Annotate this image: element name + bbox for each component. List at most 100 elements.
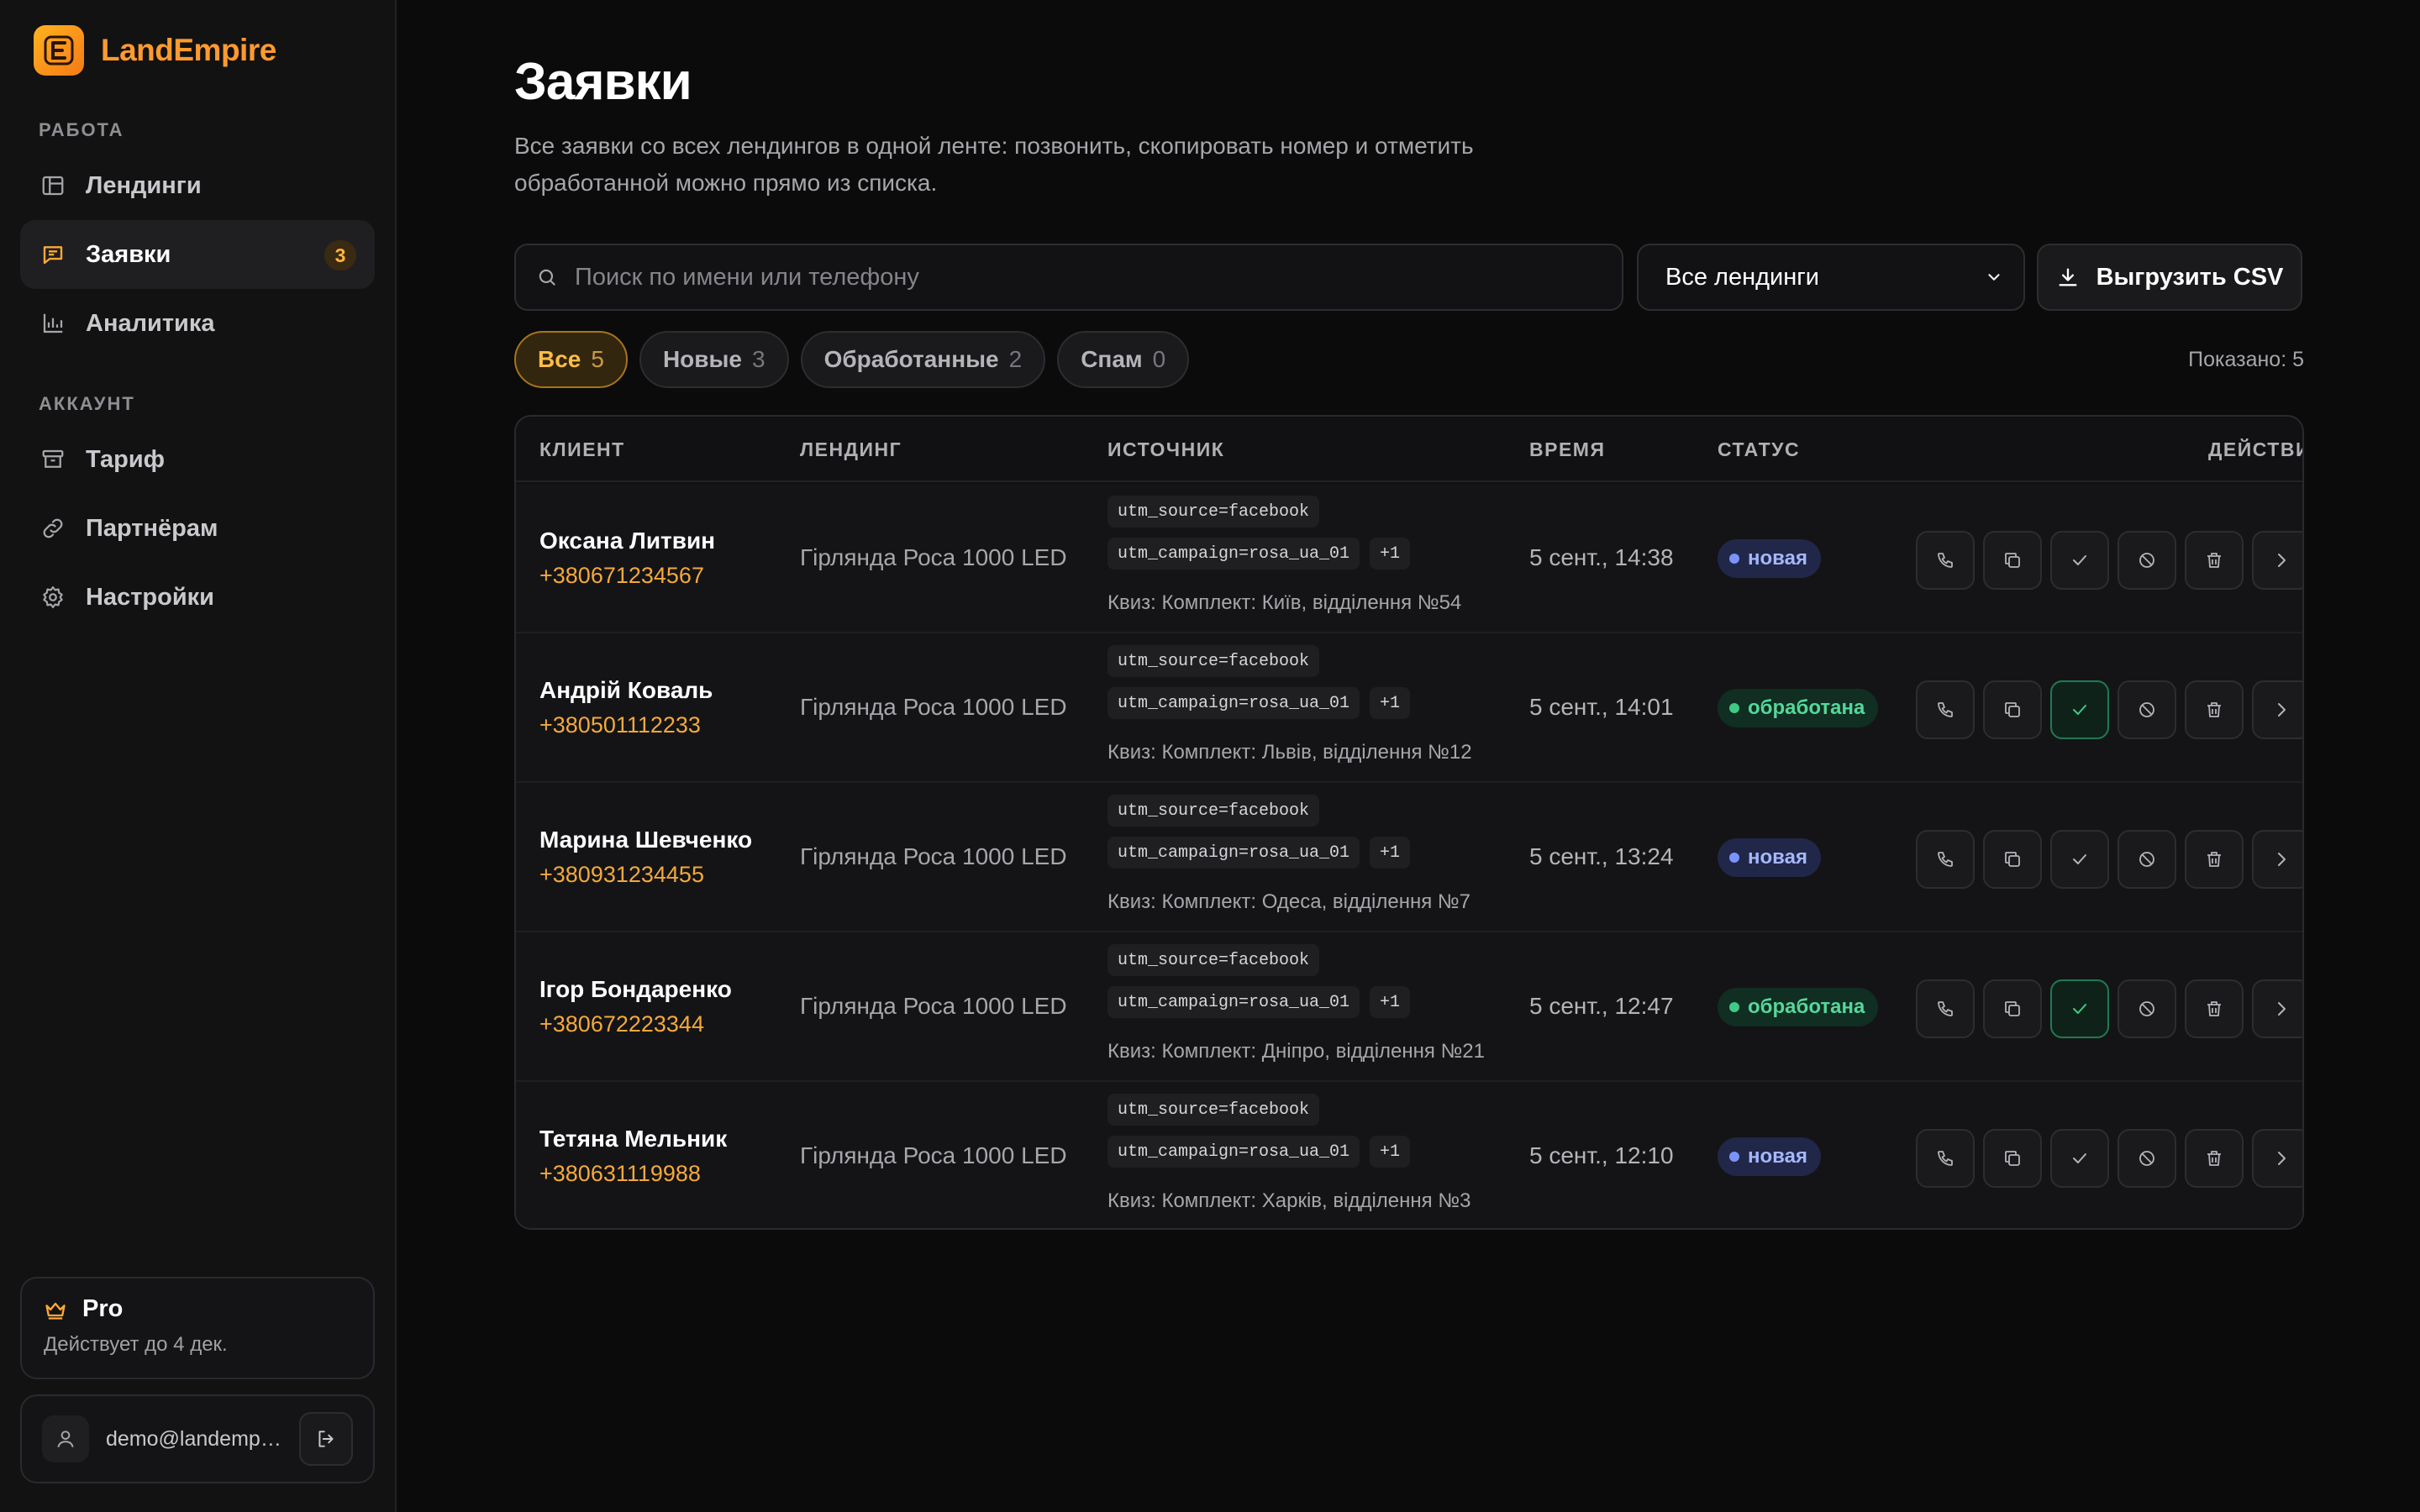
mark-processed-button[interactable] (2050, 830, 2109, 889)
call-button[interactable] (1916, 1129, 1975, 1188)
more-tags-badge[interactable]: +1 (1370, 538, 1411, 570)
request-time: 5 сент., 13:24 (1529, 843, 1674, 869)
mark-processed-button[interactable] (2050, 979, 2109, 1038)
copy-phone-button[interactable] (1983, 830, 2042, 889)
utm-campaign-tag: utm_campaign=rosa_ua_01 (1107, 538, 1360, 570)
client-phone-link[interactable]: +380501112233 (539, 712, 701, 738)
call-button[interactable] (1916, 680, 1975, 739)
delete-button[interactable] (2185, 680, 2244, 739)
client-phone-link[interactable]: +380672223344 (539, 1011, 704, 1037)
check-icon (2070, 849, 2090, 869)
client-phone-link[interactable]: +380931234455 (539, 862, 704, 888)
filter-label: Все (538, 346, 581, 372)
call-button[interactable] (1916, 979, 1975, 1038)
delete-button[interactable] (2185, 1129, 2244, 1188)
landing-select[interactable]: Все лендинги (1637, 244, 2025, 311)
mark-spam-button[interactable] (2118, 531, 2176, 590)
status-label: новая (1748, 547, 1807, 570)
chevron-down-icon (1985, 268, 2003, 286)
status-badge: новая (1718, 539, 1821, 578)
mark-spam-button[interactable] (2118, 830, 2176, 889)
trash-icon (2204, 1148, 2224, 1168)
copy-phone-button[interactable] (1983, 979, 2042, 1038)
brand[interactable]: LandEmpire (34, 25, 276, 76)
sidebar-item-settings[interactable]: Настройки (20, 563, 375, 632)
copy-phone-button[interactable] (1983, 1129, 2042, 1188)
search-box[interactable] (514, 244, 1623, 311)
section-label-account: АККАУНТ (39, 393, 135, 414)
utm-campaign-tag: utm_campaign=rosa_ua_01 (1107, 986, 1360, 1018)
open-details-button[interactable] (2252, 680, 2302, 739)
sidebar-item-tariff[interactable]: Тариф (20, 425, 375, 494)
table-row: Оксана Литвин +380671234567 Гірлянда Роса … (516, 484, 2302, 633)
layout-icon (39, 171, 67, 200)
request-time: 5 сент., 14:01 (1529, 694, 1674, 720)
column-header-status: СТАТУС (1718, 438, 1801, 460)
delete-button[interactable] (2185, 830, 2244, 889)
table-row: Тетяна Мельник +380631119988 Гірлянда Роса… (516, 1082, 2302, 1228)
column-header-landing: ЛЕНДИНГ (800, 438, 902, 460)
copy-icon (2002, 700, 2023, 720)
status-dot (1729, 1002, 1739, 1012)
more-tags-badge[interactable]: +1 (1370, 837, 1411, 869)
mark-processed-button[interactable] (2050, 680, 2109, 739)
mark-spam-button[interactable] (2118, 1129, 2176, 1188)
sidebar-item-partners[interactable]: Партнёрам (20, 494, 375, 563)
sidebar-item-requests[interactable]: Заявки 3 (20, 220, 375, 289)
copy-icon (2002, 1148, 2023, 1168)
mark-spam-button[interactable] (2118, 979, 2176, 1038)
bar-chart-icon (39, 309, 67, 338)
mark-processed-button[interactable] (2050, 1129, 2109, 1188)
open-details-button[interactable] (2252, 531, 2302, 590)
export-csv-button[interactable]: Выгрузить CSV (2037, 244, 2302, 311)
column-header-client: КЛИЕНТ (539, 438, 625, 460)
request-time: 5 сент., 12:10 (1529, 1142, 1674, 1168)
utm-campaign-tag: utm_campaign=rosa_ua_01 (1107, 837, 1360, 869)
chevron-right-icon (2271, 700, 2291, 720)
shown-count: Показано: 5 (2188, 348, 2304, 371)
filter-all[interactable]: Все 5 (514, 331, 628, 388)
mark-processed-button[interactable] (2050, 531, 2109, 590)
client-phone-link[interactable]: +380631119988 (539, 1161, 701, 1187)
open-details-button[interactable] (2252, 979, 2302, 1038)
client-phone-link[interactable]: +380671234567 (539, 563, 704, 589)
sidebar-item-label: Аналитика (86, 309, 215, 337)
user-email: demo@landempir... (106, 1426, 282, 1451)
more-tags-badge[interactable]: +1 (1370, 687, 1411, 719)
delete-button[interactable] (2185, 979, 2244, 1038)
client-name: Тетяна Мельник (539, 1126, 728, 1152)
utm-source-tag: utm_source=facebook (1107, 944, 1320, 976)
plan-card[interactable]: Pro Действует до 4 дек. (20, 1277, 375, 1379)
client-name: Оксана Литвин (539, 528, 716, 554)
sidebar-item-analytics[interactable]: Аналитика (20, 289, 375, 358)
copy-icon (2002, 550, 2023, 570)
logout-button[interactable] (299, 1412, 353, 1466)
copy-phone-button[interactable] (1983, 680, 2042, 739)
check-icon (2070, 550, 2090, 570)
filter-spam[interactable]: Спам 0 (1057, 331, 1190, 388)
filter-label: Обработанные (823, 346, 999, 372)
export-csv-label: Выгрузить CSV (2096, 263, 2284, 291)
more-tags-badge[interactable]: +1 (1370, 1136, 1411, 1168)
open-details-button[interactable] (2252, 830, 2302, 889)
status-label: новая (1748, 846, 1807, 869)
section-label-work: РАБОТА (39, 119, 124, 140)
landing-name: Гірлянда Роса 1000 LED (800, 993, 1067, 1019)
sidebar: LandEmpire РАБОТА Лендинги Заявки 3 Анал… (0, 0, 397, 1512)
filter-new[interactable]: Новые 3 (639, 331, 789, 388)
sidebar-item-landings[interactable]: Лендинги (20, 151, 375, 220)
utm-source-tag: utm_source=facebook (1107, 645, 1320, 677)
search-input[interactable] (575, 263, 1583, 291)
mark-spam-button[interactable] (2118, 680, 2176, 739)
copy-phone-button[interactable] (1983, 531, 2042, 590)
open-details-button[interactable] (2252, 1129, 2302, 1188)
utm-campaign-tag: utm_campaign=rosa_ua_01 (1107, 687, 1360, 719)
call-button[interactable] (1916, 830, 1975, 889)
ban-icon (2137, 700, 2157, 720)
phone-icon (1935, 550, 1955, 570)
more-tags-badge[interactable]: +1 (1370, 986, 1411, 1018)
filter-processed[interactable]: Обработанные 2 (800, 331, 1046, 388)
call-button[interactable] (1916, 531, 1975, 590)
delete-button[interactable] (2185, 531, 2244, 590)
quiz-answer: Квиз: Комплект: Одеса, відділення №7 (1107, 890, 1470, 913)
